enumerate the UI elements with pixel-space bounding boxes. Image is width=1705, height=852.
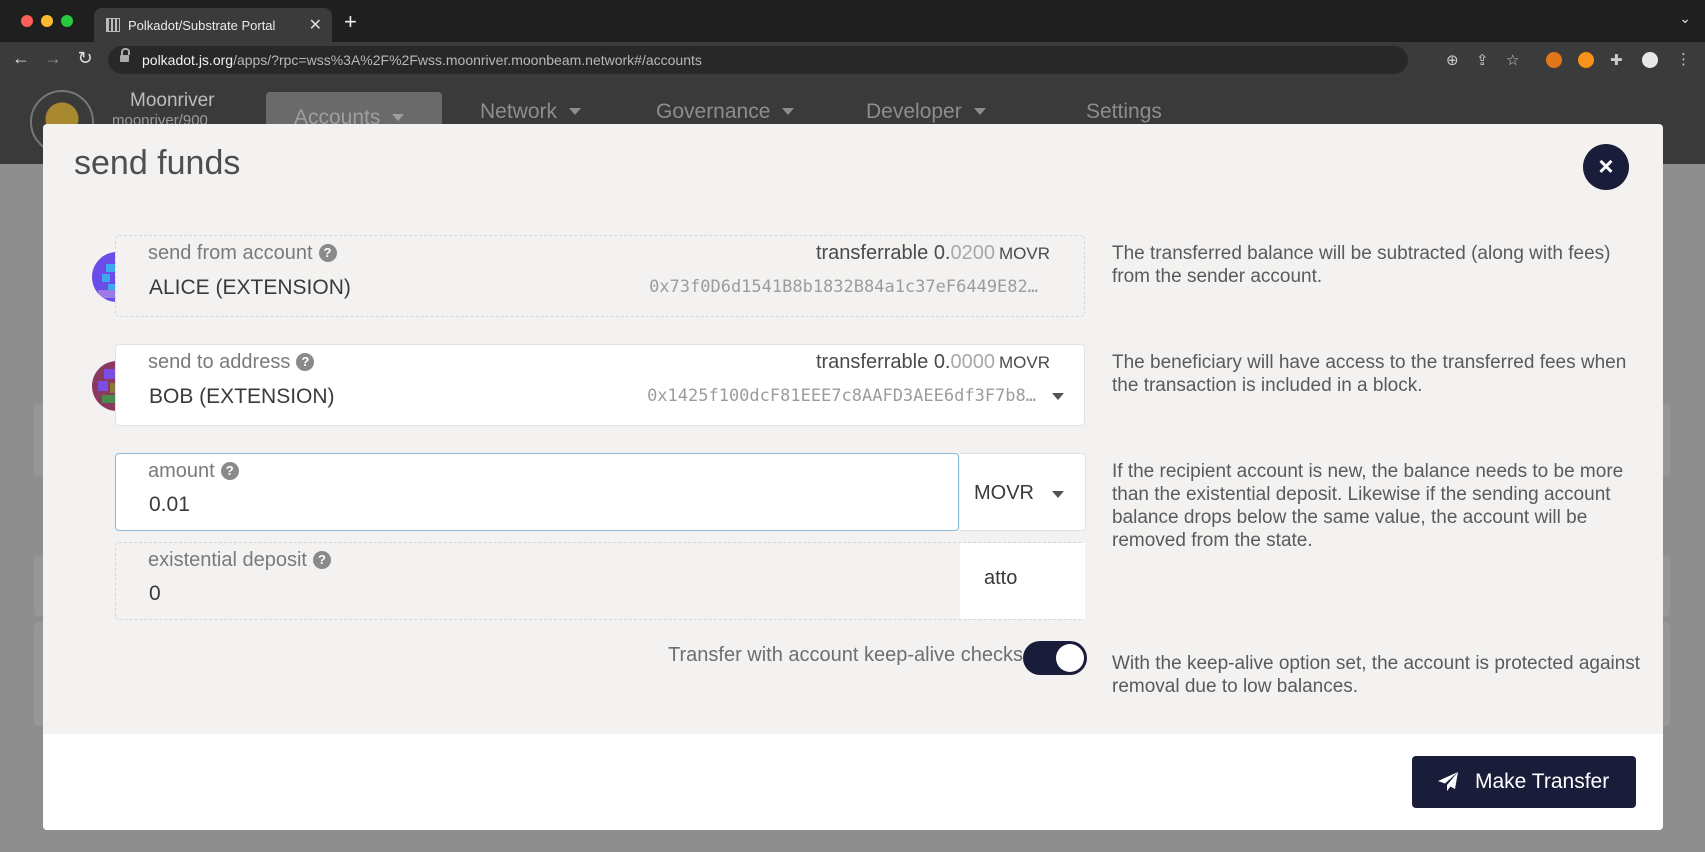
keepalive-toggle-label: Transfer with account keep-alive checks (668, 644, 1023, 666)
modal-footer: Make Transfer (43, 734, 1663, 830)
help-question-icon[interactable]: ? (220, 462, 239, 480)
send-from-help-text: The transferred balance will be subtract… (1112, 243, 1611, 287)
send-to-label: send to address? (148, 351, 315, 374)
chevron-down-icon[interactable] (1052, 393, 1064, 400)
send-from-label: send from account? (148, 242, 337, 265)
existential-unit-box: atto (960, 543, 1085, 619)
browser-menu-icon[interactable]: ⋮ (1676, 50, 1691, 68)
polkadot-favicon-icon (106, 18, 120, 32)
existential-deposit-label: existential deposit? (148, 549, 331, 572)
sender-transferrable-balance: transferrable 0.0200 MOVR (815, 242, 1050, 264)
sender-account-name: ALICE (EXTENSION) (149, 276, 351, 299)
amount-label: amount? (148, 460, 239, 483)
send-to-address-dropdown[interactable]: send to address? transferrable 0.0000 MOV… (115, 344, 1085, 426)
browser-toolbar: ← → ↻ polkadot.js.org/apps/?rpc=wss%3A%2… (0, 42, 1705, 78)
chain-name: Moonriver (130, 90, 215, 111)
paper-plane-icon (1438, 772, 1458, 791)
tab-title: Polkadot/Substrate Portal (128, 18, 276, 33)
toggle-knob (1056, 644, 1084, 672)
recipient-address: 0x1425f100dcF81EEE7c8AAFD3AEE6df3F7b8… (647, 386, 1036, 406)
browser-titlebar: Polkadot/Substrate Portal ✕ + ⌄ (0, 0, 1705, 42)
keepalive-toggle[interactable] (1023, 641, 1087, 675)
send-funds-modal: send funds × send from account? transfer… (43, 124, 1663, 830)
amount-unit-value: MOVR (974, 482, 1034, 504)
window-close-control[interactable] (21, 15, 33, 27)
sender-address: 0x73f0D6d1541B8b1832B84a1c37eF6449E82… (649, 277, 1038, 297)
send-to-help-text: The beneficiary will have access to the … (1112, 352, 1627, 396)
nav-tab-governance[interactable]: Governance (656, 100, 795, 124)
url-text: polkadot.js.org/apps/?rpc=wss%3A%2F%2Fws… (142, 52, 702, 68)
amount-value[interactable]: 0.01 (149, 493, 190, 517)
address-bar[interactable]: polkadot.js.org/apps/?rpc=wss%3A%2F%2Fws… (108, 46, 1519, 74)
recipient-transferrable-balance: transferrable 0.0000 MOVR (815, 351, 1050, 373)
nav-tab-developer[interactable]: Developer (866, 100, 986, 124)
amount-help-text: If the recipient account is new, the bal… (1112, 461, 1624, 551)
back-arrow-icon[interactable]: ← (10, 48, 32, 69)
existential-deposit-value: 0 (149, 582, 161, 605)
help-question-icon[interactable]: ? (312, 551, 331, 569)
tab-search-chevron-icon[interactable]: ⌄ (1679, 10, 1691, 27)
window-minimize-control[interactable] (41, 15, 53, 27)
profile-avatar-icon[interactable] (1642, 52, 1658, 68)
nav-tab-network[interactable]: Network (480, 100, 582, 124)
existential-unit-value: atto (984, 567, 1018, 589)
tab-close-icon[interactable]: ✕ (309, 15, 322, 35)
chevron-down-icon[interactable] (392, 114, 405, 121)
metamask-extension-icon[interactable] (1546, 52, 1562, 68)
send-from-account-field[interactable]: send from account? transferrable 0.0200 M… (115, 235, 1085, 317)
extensions-puzzle-icon[interactable]: ✚ (1610, 51, 1623, 69)
recipient-account-name: BOB (EXTENSION) (149, 385, 335, 408)
browser-tab[interactable]: Polkadot/Substrate Portal ✕ (94, 8, 332, 42)
reload-icon[interactable]: ↻ (74, 48, 96, 69)
help-question-icon[interactable]: ? (318, 244, 337, 262)
make-transfer-label: Make Transfer (1475, 770, 1610, 793)
chevron-down-icon[interactable] (1052, 491, 1064, 498)
keepalive-help-text: With the keep-alive option set, the acco… (1112, 653, 1641, 697)
bookmark-star-icon[interactable]: ☆ (1506, 51, 1519, 69)
existential-deposit-field: existential deposit? 0 (115, 542, 1085, 620)
forward-arrow-icon[interactable]: → (42, 48, 64, 69)
chevron-down-icon[interactable] (569, 108, 582, 115)
amount-unit-select[interactable]: MOVR (960, 453, 1086, 531)
nav-tab-settings[interactable]: Settings (1086, 100, 1162, 124)
help-question-icon[interactable]: ? (296, 353, 315, 371)
amount-input[interactable]: amount? 0.01 (115, 453, 959, 531)
modal-title: send funds (74, 144, 241, 182)
lock-icon (120, 48, 130, 62)
chevron-down-icon[interactable] (782, 108, 795, 115)
close-modal-button[interactable]: × (1583, 144, 1629, 190)
make-transfer-button[interactable]: Make Transfer (1412, 756, 1636, 808)
window-zoom-control[interactable] (61, 15, 73, 27)
share-icon[interactable]: ⇪ (1476, 51, 1489, 69)
new-tab-button[interactable]: + (344, 9, 357, 35)
bitcoin-extension-icon[interactable] (1578, 52, 1594, 68)
chevron-down-icon[interactable] (973, 108, 986, 115)
zoom-icon[interactable]: ⊕ (1446, 51, 1459, 69)
